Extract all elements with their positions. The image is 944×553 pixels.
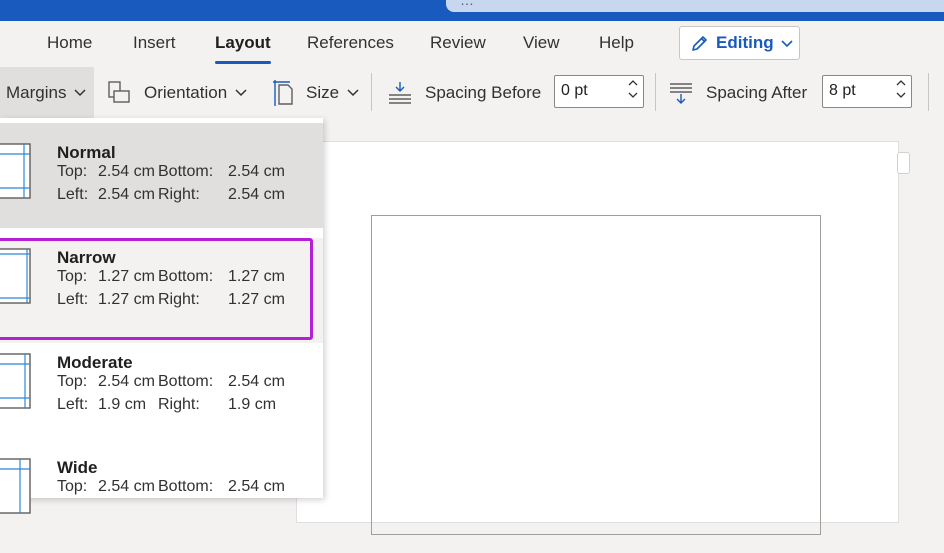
tab-review[interactable]: Review: [430, 33, 486, 53]
margin-option-detail: Left: 2.54 cm Right: 2.54 cm: [57, 186, 285, 203]
orientation-icon: [108, 80, 130, 103]
focus-highlight: [0, 238, 313, 340]
margin-wide-icon: [0, 458, 31, 514]
margin-option-detail: Left: 1.9 cm Right: 1.9 cm: [57, 396, 277, 413]
margin-option-detail: Top: 2.54 cm Bottom: 2.54 cm: [57, 478, 285, 495]
margin-option-moderate[interactable]: Moderate Top: 2.54 cm Bottom: 2.54 cm Left:…: [0, 343, 323, 448]
margin-normal-icon: [0, 143, 31, 199]
chevron-down-icon: [347, 88, 359, 96]
ribbon-separator: [655, 73, 656, 111]
spacing-before-value: 0 pt: [561, 82, 588, 99]
margin-option-detail: Top: 2.54 cm Bottom: 2.54 cm: [57, 163, 285, 180]
tab-layout[interactable]: Layout: [215, 33, 271, 64]
editing-mode-button[interactable]: Editing: [679, 26, 800, 60]
spacing-after-value: 8 pt: [829, 82, 856, 99]
margin-moderate-icon: [0, 353, 31, 409]
margins-dropdown: Normal Top: 2.54 cm Bottom: 2.54 cm Left: 2.…: [0, 118, 323, 514]
margin-option-narrow[interactable]: Narrow Top: 1.27 cm Bottom: 1.27 cm Left: 1.…: [0, 238, 323, 343]
margin-option-normal[interactable]: Normal Top: 2.54 cm Bottom: 2.54 cm Left: 2.…: [0, 123, 323, 228]
tab-help[interactable]: Help: [599, 33, 634, 53]
spacing-before-group: Spacing Before: [387, 67, 541, 118]
ribbon-tabs: Home Insert Layout References Review Vie…: [0, 21, 944, 67]
spin-up-icon[interactable]: [895, 78, 907, 88]
margin-option-wide[interactable]: Wide Top: 2.54 cm Bottom: 2.54 cm: [0, 448, 323, 553]
margin-option-name: Moderate: [57, 353, 133, 372]
search-box[interactable]: …: [446, 0, 944, 12]
spacing-before-input[interactable]: 0 pt: [554, 75, 644, 108]
margins-label: Margins: [6, 82, 67, 102]
editing-label: Editing: [716, 33, 774, 52]
orientation-button[interactable]: Orientation: [106, 67, 249, 118]
margin-option-detail: Top: 2.54 cm Bottom: 2.54 cm: [57, 373, 285, 390]
spin-down-icon[interactable]: [895, 90, 907, 100]
search-text-fragment: …: [460, 0, 474, 8]
page-side-handle: [897, 152, 910, 174]
margin-narrow-icon: [0, 248, 31, 304]
tab-references[interactable]: References: [307, 33, 394, 53]
spin-down-icon[interactable]: [627, 90, 639, 100]
chevron-down-icon: [235, 88, 247, 96]
margin-option-detail: Top: 1.27 cm Bottom: 1.27 cm: [57, 268, 285, 285]
spacing-before-label: Spacing Before: [425, 82, 542, 102]
tab-insert[interactable]: Insert: [133, 33, 176, 53]
orientation-label: Orientation: [144, 82, 228, 102]
margin-option-detail: Left: 1.27 cm Right: 1.27 cm: [57, 291, 285, 308]
size-button[interactable]: Size: [272, 67, 361, 118]
document-page[interactable]: [296, 141, 899, 535]
margin-option-name: Wide: [57, 458, 98, 477]
ribbon-separator: [928, 73, 929, 111]
margin-option-name: Narrow: [57, 248, 116, 267]
spin-up-icon[interactable]: [627, 78, 639, 88]
size-label: Size: [306, 82, 340, 102]
spacing-before-icon: [389, 81, 411, 104]
margins-button[interactable]: Margins: [0, 67, 94, 118]
spacing-after-label: Spacing After: [706, 82, 808, 102]
spacing-after-group: Spacing After: [668, 67, 807, 118]
layout-ribbon: Margins Orientation Size Spacing Before …: [0, 67, 944, 118]
ribbon-separator: [371, 73, 372, 111]
chevron-down-icon: [781, 40, 793, 48]
tab-home[interactable]: Home: [47, 33, 92, 53]
chevron-down-icon: [74, 88, 86, 96]
margin-option-name: Normal: [57, 143, 116, 162]
spacing-after-input[interactable]: 8 pt: [822, 75, 912, 108]
page-size-icon: [273, 79, 293, 106]
pencil-icon: [692, 36, 707, 51]
spacing-after-icon: [670, 82, 692, 104]
tab-view[interactable]: View: [523, 33, 560, 53]
page-margin-guide: [371, 215, 821, 535]
